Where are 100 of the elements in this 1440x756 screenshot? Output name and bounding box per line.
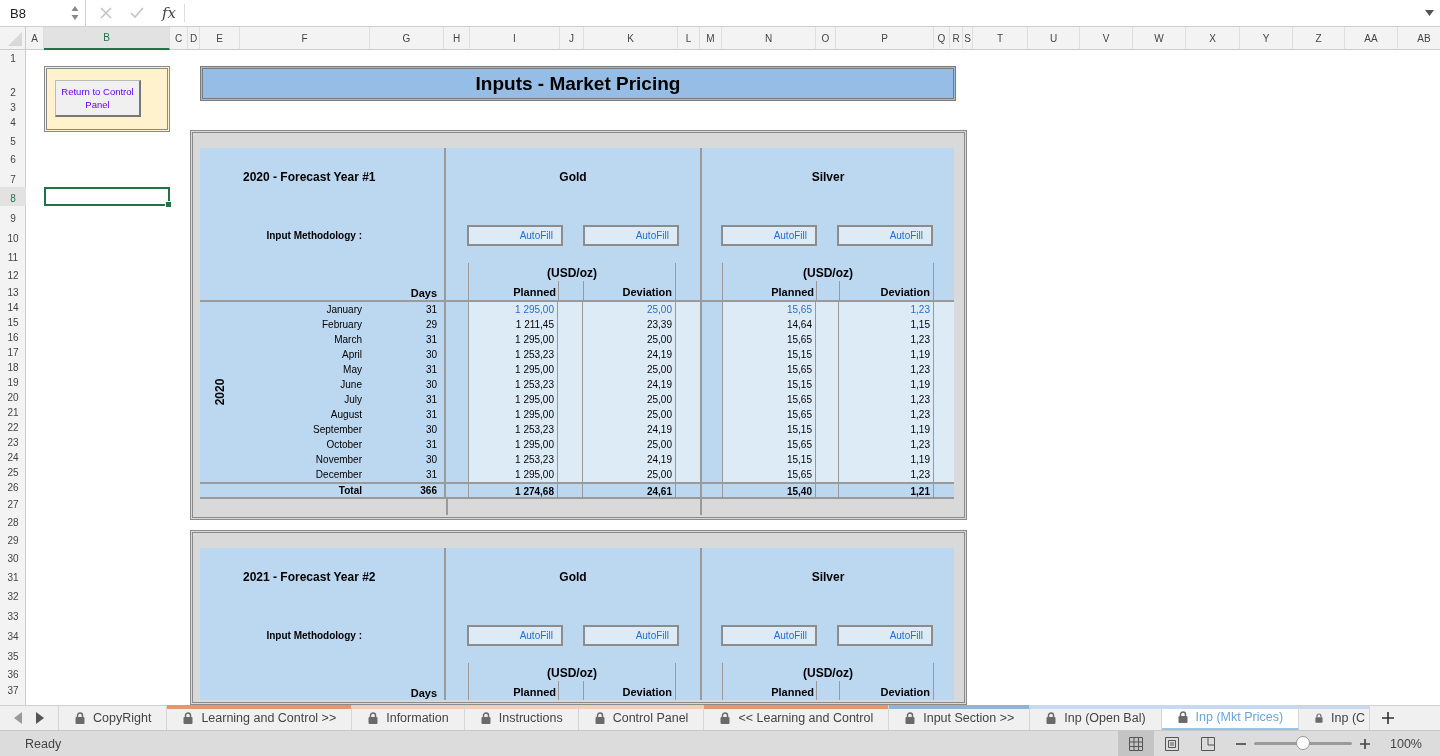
row-header[interactable]: 6	[0, 149, 26, 167]
zoom-in-icon[interactable]	[1360, 738, 1370, 749]
autofill-field[interactable]: AutoFill	[583, 625, 679, 646]
add-sheet-icon[interactable]	[1382, 712, 1395, 724]
return-button[interactable]: Return to Control Panel	[55, 80, 141, 117]
table-cell[interactable]: 1,15	[838, 317, 934, 332]
row-header[interactable]: 1	[0, 50, 26, 66]
table-cell[interactable]: 24,19	[582, 422, 676, 437]
row-header[interactable]: 10	[0, 226, 26, 246]
table-cell[interactable]: 1,19	[838, 377, 934, 392]
column-header[interactable]: L	[678, 27, 700, 50]
row-header[interactable]: 25	[0, 465, 26, 480]
row-header[interactable]: 14	[0, 300, 26, 315]
column-header[interactable]: Z	[1293, 27, 1345, 50]
column-header[interactable]: O	[816, 27, 836, 50]
sheet-tab[interactable]: Information	[352, 706, 465, 730]
column-header[interactable]: B	[44, 27, 170, 50]
table-cell[interactable]: 25,00	[582, 362, 676, 377]
column-header[interactable]: U	[1028, 27, 1080, 50]
table-cell[interactable]: 24,19	[582, 347, 676, 362]
table-cell[interactable]: 1,23	[838, 437, 934, 452]
table-cell[interactable]: 15,15	[722, 347, 816, 362]
column-header[interactable]: X	[1186, 27, 1240, 50]
function-button[interactable]: fx	[162, 4, 185, 22]
row-header[interactable]: 19	[0, 375, 26, 390]
table-cell[interactable]: 15,65	[722, 407, 816, 422]
table-cell[interactable]: 15,15	[722, 452, 816, 467]
autofill-field[interactable]: AutoFill	[467, 625, 563, 646]
row-header[interactable]: 5	[0, 130, 26, 149]
autofill-field[interactable]: AutoFill	[721, 225, 817, 246]
zoom-slider[interactable]	[1296, 736, 1310, 750]
sheet-tab[interactable]: Inp (Open Bal)	[1030, 706, 1162, 730]
row-header[interactable]: 4	[0, 115, 26, 130]
column-header[interactable]: C	[170, 27, 188, 50]
row-header[interactable]: 17	[0, 345, 26, 360]
row-header[interactable]: 22	[0, 420, 26, 435]
table-cell[interactable]: 1 295,00	[468, 437, 558, 452]
table-cell[interactable]: 1 253,23	[468, 422, 558, 437]
row-header[interactable]: 15	[0, 315, 26, 330]
row-header[interactable]: 35	[0, 644, 26, 664]
row-header[interactable]: 33	[0, 604, 26, 624]
table-cell[interactable]: 15,65	[722, 437, 816, 452]
column-header[interactable]: W	[1133, 27, 1186, 50]
sheet-tab[interactable]: Learning and Control >>	[167, 706, 353, 730]
column-header[interactable]: T	[973, 27, 1028, 50]
column-header[interactable]: D	[188, 27, 200, 50]
column-header[interactable]: R	[950, 27, 963, 50]
table-cell[interactable]: 1,23	[838, 392, 934, 407]
table-cell[interactable]: 15,65	[722, 392, 816, 407]
column-header[interactable]: H	[444, 27, 470, 50]
table-cell[interactable]: 1,23	[838, 362, 934, 377]
row-header[interactable]: 2	[0, 66, 26, 100]
column-header[interactable]: V	[1080, 27, 1133, 50]
previous-sheet-icon[interactable]	[14, 712, 22, 724]
table-cell[interactable]: 1,23	[838, 467, 934, 482]
table-cell[interactable]: 1,19	[838, 422, 934, 437]
table-cell[interactable]: 1 295,00	[468, 467, 558, 482]
table-cell[interactable]: 1,23	[838, 332, 934, 347]
table-cell[interactable]: 1 295,00	[468, 407, 558, 422]
table-cell[interactable]: 25,00	[582, 332, 676, 347]
name-box[interactable]: B8	[0, 0, 86, 26]
row-header[interactable]: 8	[0, 187, 26, 206]
sheet-tab[interactable]: Inp (C	[1299, 706, 1371, 730]
autofill-field[interactable]: AutoFill	[837, 225, 933, 246]
column-header[interactable]: F	[240, 27, 370, 50]
autofill-field[interactable]: AutoFill	[837, 625, 933, 646]
row-header[interactable]: 29	[0, 530, 26, 548]
table-cell[interactable]: 1 295,00	[468, 362, 558, 377]
table-cell[interactable]: 1,19	[838, 452, 934, 467]
spinner-icon[interactable]	[71, 5, 79, 21]
next-sheet-icon[interactable]	[36, 712, 44, 724]
table-cell[interactable]: 25,00	[582, 467, 676, 482]
table-cell[interactable]: 25,00	[582, 302, 676, 317]
table-cell[interactable]: 1 295,00	[468, 392, 558, 407]
sheet-tab[interactable]: << Learning and Control	[704, 706, 890, 730]
table-cell[interactable]: 24,19	[582, 377, 676, 392]
row-header[interactable]: 36	[0, 664, 26, 682]
table-cell[interactable]: 1,19	[838, 347, 934, 362]
selected-cell[interactable]	[44, 187, 170, 206]
column-header[interactable]: I	[470, 27, 560, 50]
table-cell[interactable]: 15,15	[722, 377, 816, 392]
table-cell[interactable]: 15,65	[722, 362, 816, 377]
table-cell[interactable]: 1 253,23	[468, 377, 558, 392]
table-cell[interactable]: 14,64	[722, 317, 816, 332]
row-header[interactable]: 7	[0, 167, 26, 187]
column-header[interactable]: Y	[1240, 27, 1293, 50]
row-header[interactable]: 16	[0, 330, 26, 345]
sheet-tab[interactable]: Instructions	[464, 706, 579, 730]
column-header[interactable]: AB	[1398, 27, 1440, 50]
table-cell[interactable]: 1 295,00	[468, 332, 558, 347]
table-cell[interactable]: 1,23	[838, 407, 934, 422]
row-header[interactable]: 27	[0, 495, 26, 512]
column-header[interactable]: N	[722, 27, 816, 50]
table-cell[interactable]: 25,00	[582, 437, 676, 452]
column-header[interactable]: Q	[934, 27, 950, 50]
sheet-tab[interactable]: Input Section >>	[889, 706, 1031, 730]
table-cell[interactable]: 1 211,45	[468, 317, 558, 332]
autofill-field[interactable]: AutoFill	[467, 225, 563, 246]
table-cell[interactable]: 1,23	[838, 302, 934, 317]
column-header[interactable]: E	[200, 27, 240, 50]
